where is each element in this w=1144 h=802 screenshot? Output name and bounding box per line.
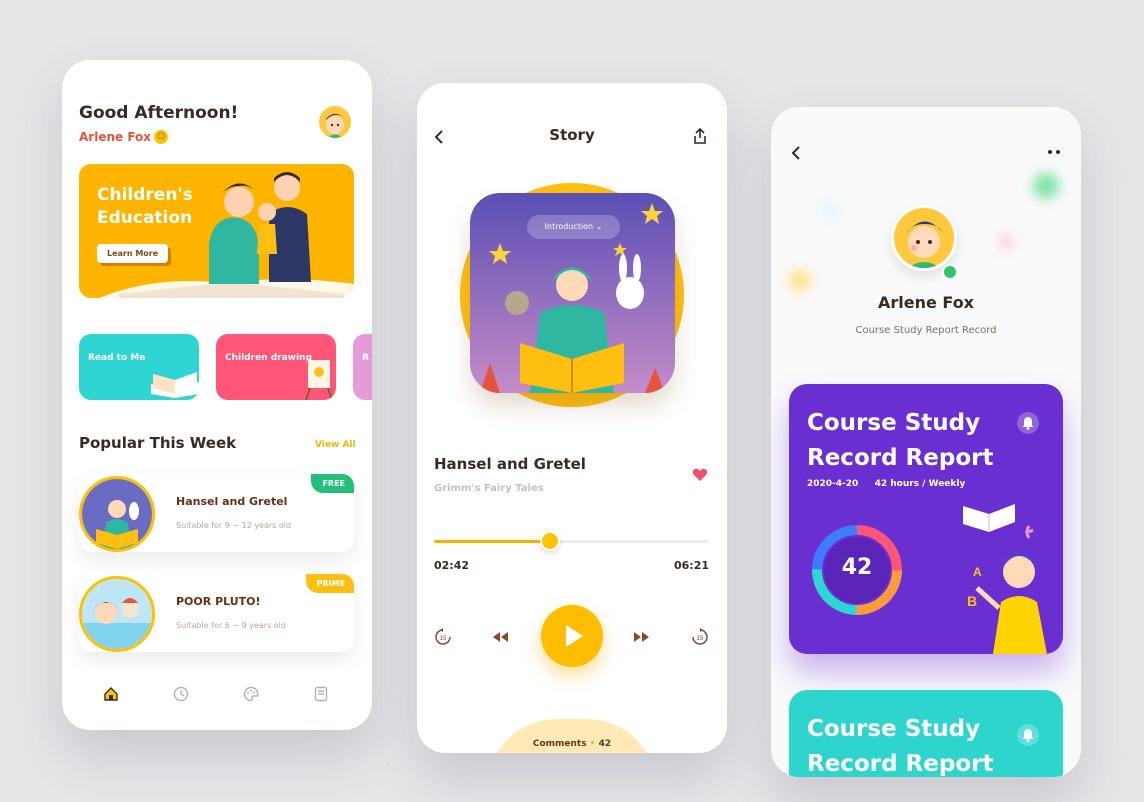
report-hours: 42 hours / Weekly xyxy=(874,479,966,489)
progress-knob[interactable] xyxy=(539,531,560,551)
avatar[interactable] xyxy=(319,106,351,138)
decor-blob xyxy=(1033,173,1059,199)
introduction-dropdown[interactable]: Introduction ⌄ xyxy=(527,215,620,239)
bell-button[interactable] xyxy=(1017,412,1039,434)
story-thumbnail xyxy=(79,576,155,652)
introduction-label: Introduction xyxy=(544,222,594,231)
story-title: POOR PLUTO! xyxy=(176,595,261,608)
track-title: Hansel and Gretel xyxy=(434,455,586,473)
story-thumbnail xyxy=(79,476,155,552)
profile-name: Arlene Fox xyxy=(877,293,974,312)
story-cover: Introduction ⌄ xyxy=(470,193,675,393)
comments-count: 42 xyxy=(598,739,612,749)
category-children-drawing[interactable]: Children drawing xyxy=(216,334,336,400)
category-label: Children drawing xyxy=(225,353,312,363)
smile-icon: ☺ xyxy=(154,130,168,144)
back-arrow-icon[interactable] xyxy=(791,146,801,160)
decor-blob xyxy=(789,270,811,292)
report-date: 2020-4-20 xyxy=(807,479,859,489)
book-illustration xyxy=(151,372,199,398)
current-time: 02:42 xyxy=(434,559,470,572)
progress-bar[interactable] xyxy=(434,531,709,551)
page-title: Story xyxy=(549,126,595,144)
dot-separator: • xyxy=(589,739,599,749)
story-card-pluto[interactable]: POOR PLUTO! Suitable for 6 ~ 9 years old… xyxy=(79,574,354,652)
prime-badge: PRIME xyxy=(305,574,354,593)
svg-text:B: B xyxy=(967,593,977,609)
category-label: Read to Me xyxy=(88,353,146,363)
home-icon[interactable] xyxy=(103,686,119,702)
play-icon xyxy=(566,625,583,647)
banner-title: Children's Education xyxy=(97,185,193,228)
previous-icon[interactable] xyxy=(491,628,509,646)
palette-icon[interactable] xyxy=(243,686,259,702)
more-icon[interactable] xyxy=(1047,149,1061,155)
easel-illustration xyxy=(305,360,333,400)
report-title: Course Study Record Report xyxy=(807,410,994,471)
clock-icon[interactable] xyxy=(173,686,189,702)
decor-blob xyxy=(999,235,1013,249)
free-badge: FREE xyxy=(311,474,354,493)
play-button[interactable] xyxy=(541,605,603,667)
progress-fill xyxy=(434,540,550,543)
track-subtitle: Grimm's Fairy Tales xyxy=(434,483,544,494)
forward-15-icon[interactable]: 15 xyxy=(691,628,709,646)
story-player-screen: Story Introduction ⌄ Hansel and Gretel G… xyxy=(417,83,727,753)
profile-screen: Arlene Fox Course Study Report Record Co… xyxy=(771,107,1081,777)
report-card-secondary[interactable]: Course Study Record Report xyxy=(789,690,1063,777)
next-icon[interactable] xyxy=(633,628,651,646)
report-value: 42 xyxy=(841,555,873,580)
book-icon[interactable] xyxy=(313,686,329,702)
comments-drawer[interactable]: Comments • 42 xyxy=(487,719,657,753)
profile-subtitle: Course Study Report Record xyxy=(855,325,997,336)
comments-label: Comments xyxy=(532,739,587,749)
education-banner[interactable]: Children's Education Learn More xyxy=(79,164,354,298)
story-title: Hansel and Gretel xyxy=(176,495,288,508)
report-title: Course Study Record Report xyxy=(807,716,994,777)
online-status-dot xyxy=(942,264,958,280)
section-title: Popular This Week xyxy=(79,434,237,452)
share-icon[interactable] xyxy=(693,128,707,144)
report-meta: 2020-4-20 42 hours / Weekly xyxy=(807,479,965,489)
profile-avatar[interactable] xyxy=(891,205,957,271)
girl-reading-illustration: B A xyxy=(963,504,1047,654)
bell-icon xyxy=(1022,417,1034,430)
story-age: Suitable for 6 ~ 9 years old xyxy=(176,621,286,630)
report-card[interactable]: Course Study Record Report 2020-4-20 42 … xyxy=(789,384,1063,654)
category-more[interactable]: R xyxy=(353,334,372,400)
svg-text:A: A xyxy=(973,565,982,579)
decor-blob xyxy=(821,202,837,218)
rewind-15-icon[interactable]: 15 xyxy=(434,628,452,646)
story-card-hansel[interactable]: Hansel and Gretel Suitable for 9 ~ 12 ye… xyxy=(79,474,354,552)
bell-button[interactable] xyxy=(1017,724,1039,746)
view-all-link[interactable]: View All xyxy=(315,440,356,450)
category-label: R xyxy=(362,353,369,363)
bell-icon xyxy=(1022,729,1034,742)
svg-text:15: 15 xyxy=(440,636,447,642)
category-read-to-me[interactable]: Read to Me xyxy=(79,334,199,400)
user-name: Arlene Fox xyxy=(79,130,152,144)
greeting-title: Good Afternoon! xyxy=(79,103,239,123)
story-age: Suitable for 9 ~ 12 years old xyxy=(176,521,292,530)
total-time: 06:21 xyxy=(673,559,709,572)
chevron-down-icon: ⌄ xyxy=(595,222,603,231)
home-screen: Good Afternoon! Arlene Fox ☺ Children's … xyxy=(62,60,372,730)
learn-more-button[interactable]: Learn More xyxy=(97,244,169,263)
heart-icon[interactable] xyxy=(692,468,708,482)
svg-text:15: 15 xyxy=(697,636,704,642)
